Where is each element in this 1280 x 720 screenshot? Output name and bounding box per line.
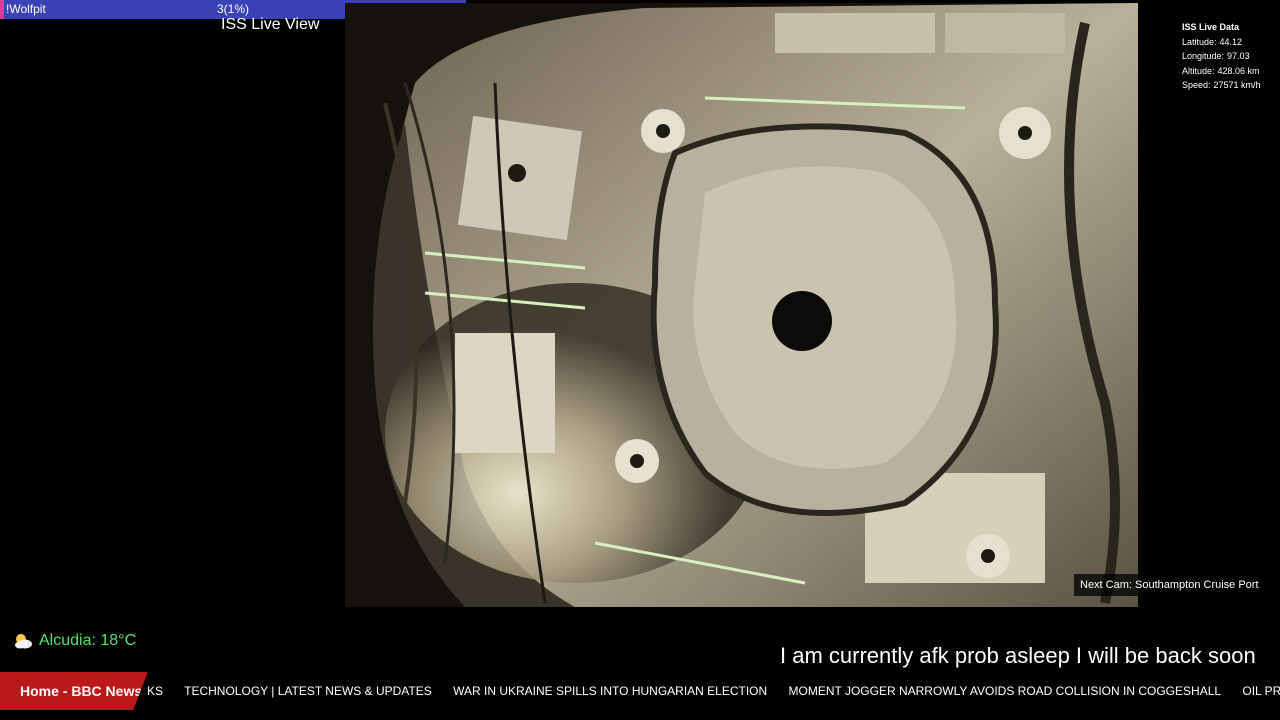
camera-feed: [345, 3, 1138, 607]
latitude-label: Latitude:: [1182, 36, 1217, 47]
ticker-item[interactable]: TECHNOLOGY | LATEST NEWS & UPDATES: [184, 684, 432, 698]
ticker-source-label: Home - BBC News: [0, 672, 148, 710]
longitude-row: Longitude: 97.03: [1182, 49, 1261, 64]
weather-text: Alcudia: 18°C: [39, 632, 137, 649]
altitude-value: 428.06 km: [1217, 65, 1260, 76]
speed-value: 27571 km/h: [1213, 80, 1261, 90]
afk-message: I am currently afk prob asleep I will be…: [780, 643, 1256, 668]
progress-name: !Wolfpit: [6, 2, 46, 16]
altitude-label: Altitude:: [1182, 65, 1215, 76]
iss-module-image: [345, 3, 1138, 607]
ticker-item[interactable]: WAR IN UKRAINE SPILLS INTO HUNGARIAN ELE…: [453, 684, 767, 698]
ticker-items: KS TECHNOLOGY | LATEST NEWS & UPDATES WA…: [147, 672, 1280, 710]
next-cam-label: Next Cam: Southampton Cruise Port: [1074, 574, 1265, 596]
news-ticker: KS TECHNOLOGY | LATEST NEWS & UPDATES WA…: [0, 672, 1280, 710]
page-title: ISS Live View: [221, 16, 320, 33]
iss-live-data-panel: ISS Live Data Latitude: 44.12 Longitude: 9…: [1182, 20, 1261, 93]
altitude-row: Altitude: 428.06 km: [1182, 64, 1261, 79]
iss-data-heading: ISS Live Data: [1182, 22, 1240, 32]
ticker-item[interactable]: OIL PRICE SURGES BACK TO $100 AS EX: [1242, 684, 1280, 698]
partly-cloudy-icon: [15, 634, 32, 649]
latitude-value: 44.12: [1219, 36, 1243, 47]
ticker-item[interactable]: KS: [147, 684, 163, 698]
speed-row: Speed: 27571 km/h: [1182, 78, 1261, 93]
longitude-label: Longitude:: [1182, 51, 1225, 61]
ticker-item[interactable]: MOMENT JOGGER NARROWLY AVOIDS ROAD COLLI…: [789, 684, 1222, 698]
weather-widget: Alcudia: 18°C: [13, 632, 136, 650]
longitude-value: 97.03: [1227, 51, 1250, 61]
latitude-row: Latitude: 44.12: [1182, 35, 1261, 50]
speed-label: Speed:: [1182, 80, 1211, 90]
progress-fill-edge: [0, 0, 4, 19]
